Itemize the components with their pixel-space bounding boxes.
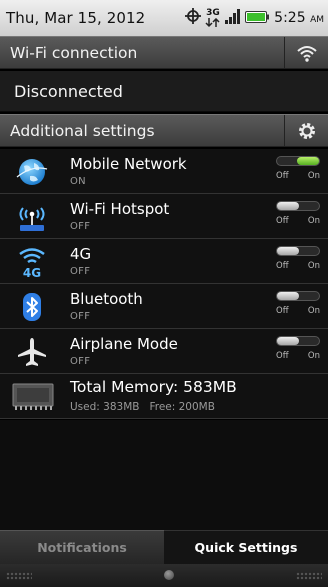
toggle-on-label: On [307,306,320,316]
setting-label: Bluetooth [70,290,143,308]
toggle-knob [277,202,299,210]
toggle-track [276,291,320,301]
handle-grip-left [6,572,32,580]
wifi-hotspot-toggle[interactable]: Off On [276,201,322,226]
setting-row-wifi-hotspot[interactable]: Wi-Fi Hotspot OFF Off On [0,194,328,239]
wifi-icon [296,45,317,62]
memory-chip-icon [10,380,56,416]
toggle-knob [277,337,299,345]
gear-icon [298,122,315,139]
toggle-track [276,336,320,346]
toggle-off-label: Off [276,351,289,361]
empty-area [0,420,328,530]
bluetooth-toggle[interactable]: Off On [276,291,322,316]
setting-label: 4G [70,245,92,263]
setting-label: Wi-Fi Hotspot [70,200,170,218]
wifi-settings-button[interactable] [284,37,328,68]
wifi-status-text: Disconnected [14,81,123,101]
setting-label: Airplane Mode [70,335,178,353]
setting-row-4g[interactable]: 4G 4G OFF Off On [0,239,328,284]
mobile-network-toggle[interactable]: Off On [276,156,322,181]
hotspot-icon [14,200,50,234]
wifi-section-header: Wi-Fi connection [0,36,328,69]
setting-row-mobile-network[interactable]: Mobile Network ON Off On [0,149,328,194]
status-time: 5:25 AM [274,10,324,26]
toggle-track [276,246,320,256]
gps-icon [184,7,202,29]
setting-row-airplane-mode[interactable]: Airplane Mode OFF Off On [0,329,328,374]
toggle-knob [277,292,299,300]
toggle-labels: Off On [276,171,322,181]
toggle-labels: Off On [276,351,322,361]
status-icons: 3G 5:25 AM [184,7,324,29]
toggle-on-label: On [307,171,320,181]
drawer-handle[interactable] [0,564,328,587]
bottom-tabs: Notifications Quick Settings [0,530,328,564]
wifi-status-row[interactable]: Disconnected [0,71,328,112]
toggle-labels: Off On [276,306,322,316]
airplane-icon [14,335,50,369]
toggle-track [276,201,320,211]
setting-status: ON [70,176,86,187]
toggle-knob [277,247,299,255]
toggle-on-label: On [307,351,320,361]
setting-status: OFF [70,356,91,367]
4g-toggle[interactable]: Off On [276,246,322,271]
bluetooth-icon [14,290,50,324]
toggle-knob [297,157,319,165]
settings-list: Mobile Network ON Off On Wi-Fi Hotspot OF… [0,149,328,419]
setting-status: OFF [70,221,91,232]
toggle-labels: Off On [276,261,322,271]
globe-icon [14,155,50,189]
settings-gear-button[interactable] [284,115,328,146]
status-date: Thu, Mar 15, 2012 [6,9,146,27]
network-type-icon: 3G [205,8,221,28]
handle-grip-right [296,572,322,580]
toggle-off-label: Off [276,306,289,316]
toggle-labels: Off On [276,216,322,226]
airplane-mode-toggle[interactable]: Off On [276,336,322,361]
network-type-label: 3G [206,8,220,18]
toggle-off-label: Off [276,261,289,271]
setting-row-bluetooth[interactable]: Bluetooth OFF Off On [0,284,328,329]
wifi-section-title: Wi-Fi connection [10,43,138,62]
tab-quick-settings[interactable]: Quick Settings [164,530,328,564]
setting-label: Mobile Network [70,155,187,173]
memory-detail: Used: 383MB Free: 200MB [70,401,215,413]
status-time-value: 5:25 [274,10,306,26]
memory-title: Total Memory: 583MB [70,378,237,396]
setting-status: OFF [70,311,91,322]
status-ampm: AM [310,15,324,25]
toggle-track [276,156,320,166]
toggle-off-label: Off [276,216,289,226]
svg-text:4G: 4G [23,266,41,279]
4g-icon: 4G [14,245,50,279]
battery-icon [245,9,270,27]
toggle-on-label: On [307,261,320,271]
toggle-on-label: On [307,216,320,226]
tab-notifications[interactable]: Notifications [0,530,164,564]
setting-status: OFF [70,266,91,277]
signal-icon [224,8,242,28]
handle-knob [164,570,174,580]
additional-settings-title: Additional settings [10,121,155,140]
memory-row[interactable]: Total Memory: 583MB Used: 383MB Free: 20… [0,374,328,419]
status-bar: Thu, Mar 15, 2012 3G 5:25 AM [0,0,328,36]
toggle-off-label: Off [276,171,289,181]
additional-settings-header: Additional settings [0,114,328,147]
